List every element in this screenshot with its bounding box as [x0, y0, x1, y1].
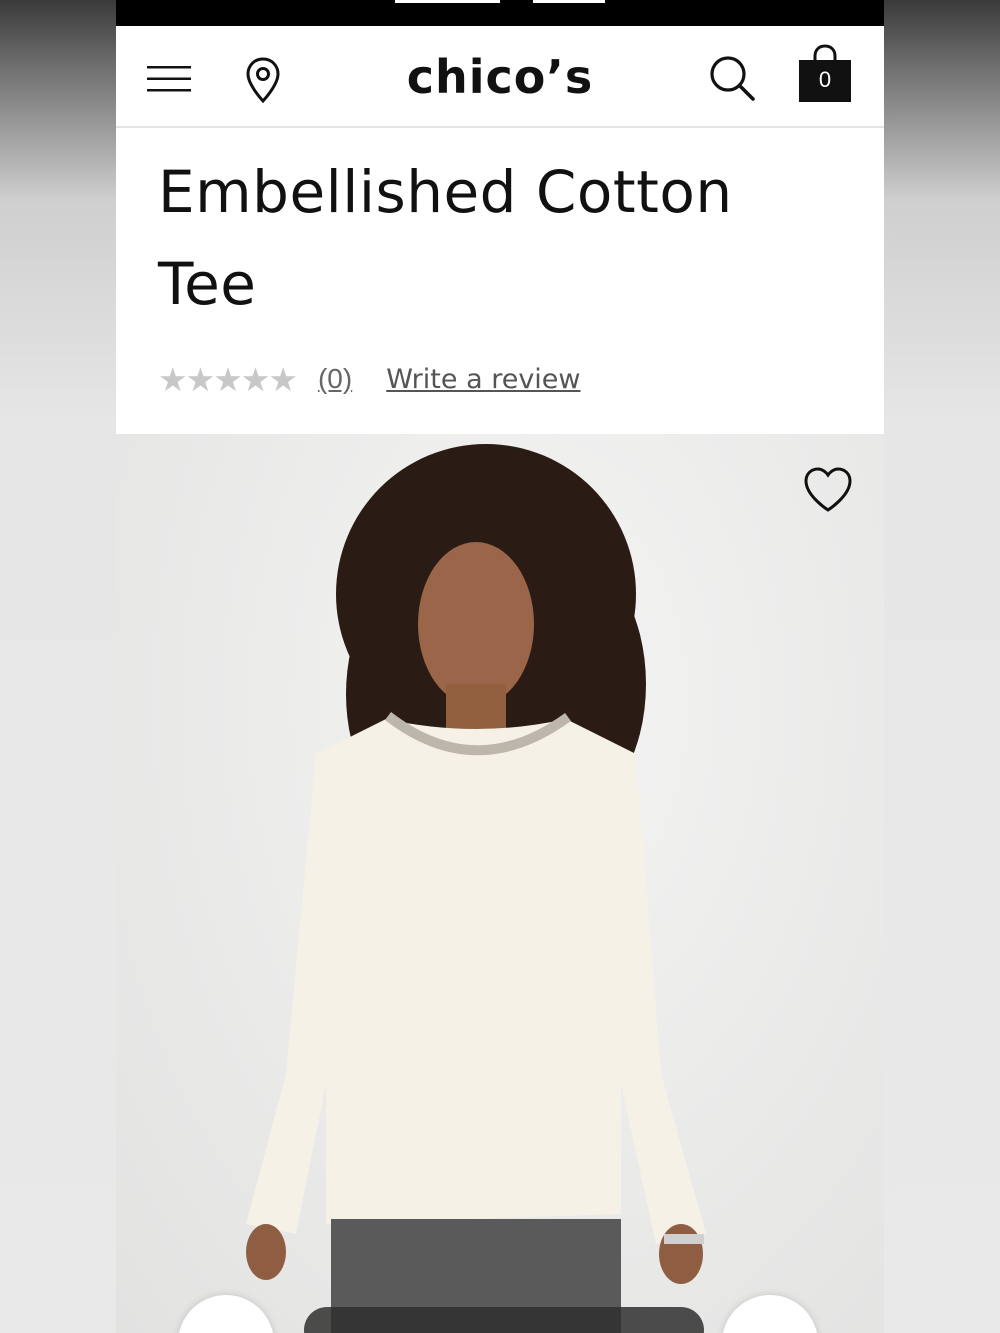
top-black-bar — [116, 0, 884, 26]
site-header: chico’s 0 — [116, 26, 884, 128]
product-title: Embellished Cotton Tee — [158, 146, 858, 330]
star-icon: ★ — [240, 359, 271, 399]
cart-count: 0 — [818, 67, 832, 92]
product-title-line: Embellished Cotton — [158, 158, 733, 226]
brand-logo[interactable]: chico’s — [116, 50, 884, 104]
carousel-pagination[interactable] — [304, 1307, 704, 1333]
star-icon: ★ — [185, 359, 216, 399]
star-rating: ★ ★ ★ ★ ★ — [158, 359, 298, 399]
search-icon[interactable] — [706, 52, 758, 104]
star-icon: ★ — [158, 359, 188, 399]
shopping-bag-button[interactable]: 0 — [796, 44, 854, 104]
rating-row: ★ ★ ★ ★ ★ (0) Write a review — [158, 358, 581, 400]
product-image[interactable] — [116, 434, 884, 1333]
star-icon: ★ — [213, 359, 243, 399]
tab-indicator — [395, 0, 500, 3]
review-count-link[interactable]: (0) — [318, 363, 352, 395]
star-icon: ★ — [268, 359, 298, 399]
product-title-line: Tee — [158, 250, 257, 318]
favorite-heart-icon[interactable] — [802, 464, 854, 516]
write-review-link[interactable]: Write a review — [386, 364, 580, 395]
tab-indicator — [533, 0, 605, 3]
mobile-page: chico’s 0 Embellished Cotton Tee ★ ★ ★ ★… — [116, 0, 884, 1333]
model-illustration — [246, 444, 706, 1333]
